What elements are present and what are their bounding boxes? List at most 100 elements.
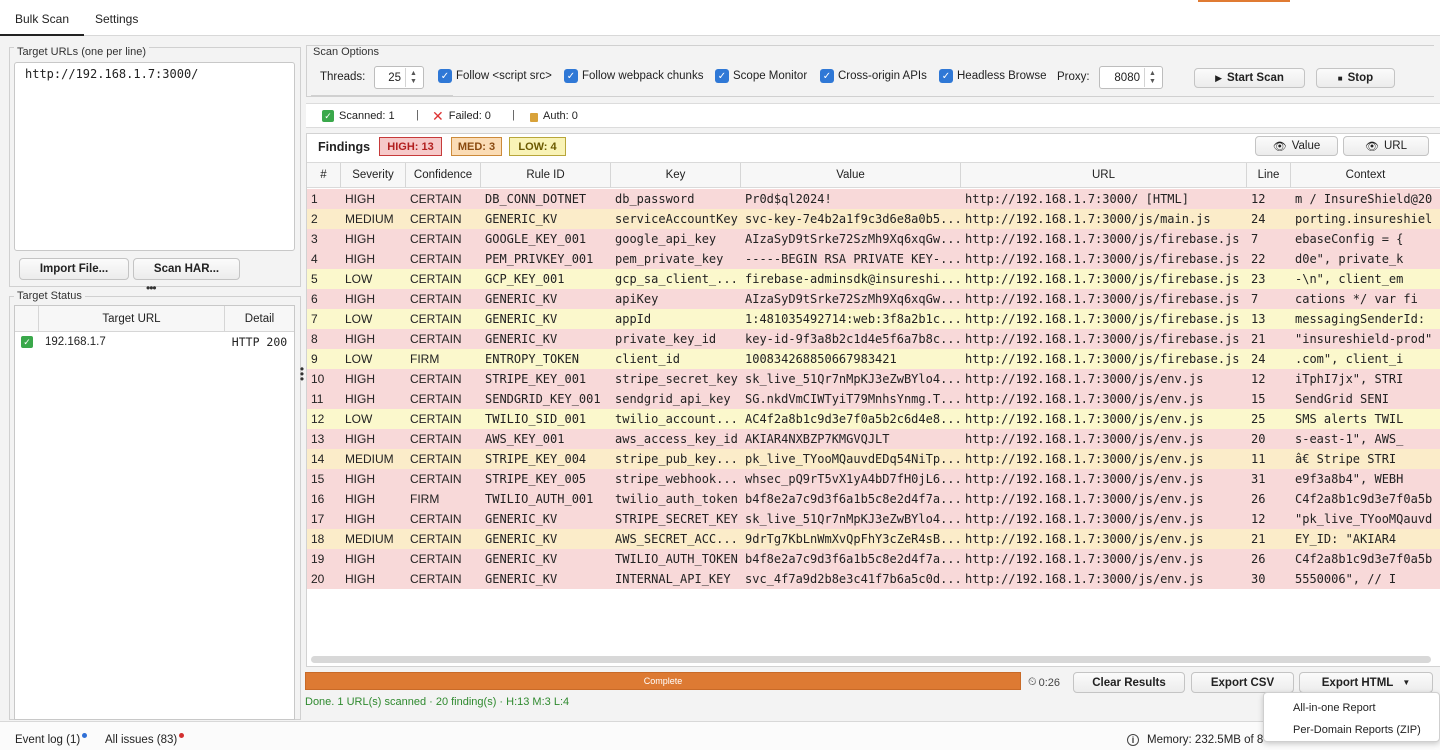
column-header[interactable]: Confidence bbox=[406, 163, 481, 187]
finding-cell-context: .com", client_i bbox=[1295, 352, 1404, 366]
tab-bulk-scan[interactable]: Bulk Scan bbox=[0, 12, 85, 36]
finding-cell-confidence: CERTAIN bbox=[410, 452, 462, 466]
target-status-header: Target URL Detail bbox=[15, 306, 294, 332]
menu-item-per-domain[interactable]: Per-Domain Reports (ZIP) bbox=[1293, 724, 1421, 736]
scan-har-button[interactable]: Scan HAR... bbox=[133, 258, 240, 280]
memory-indicator: i Memory: 232.5MB of 8 bbox=[1127, 734, 1263, 746]
finding-cell-rule-id: DB_CONN_DOTNET bbox=[485, 192, 587, 206]
finding-cell-num: 8 bbox=[311, 332, 318, 346]
finding-row[interactable]: 13 HIGH CERTAIN AWS_KEY_001 aws_access_key_i… bbox=[307, 429, 1440, 449]
finding-cell-key: sendgrid_api_key bbox=[615, 392, 731, 406]
threads-spinner[interactable]: 25 ▲ ▼ bbox=[374, 66, 424, 89]
finding-cell-confidence: CERTAIN bbox=[410, 272, 462, 286]
status-col-url[interactable]: Target URL bbox=[39, 306, 225, 331]
target-urls-textarea[interactable]: http://192.168.1.7:3000/ bbox=[14, 62, 295, 251]
status-row-url: 192.168.1.7 bbox=[45, 336, 106, 348]
column-header[interactable]: Rule ID bbox=[481, 163, 611, 187]
low-count-badge[interactable]: LOW: 4 bbox=[509, 137, 566, 156]
column-header[interactable]: Context bbox=[1291, 163, 1440, 187]
left-panel: Target URLs (one per line) http://192.16… bbox=[0, 37, 303, 720]
show-value-button[interactable]: 👁 Value bbox=[1255, 136, 1338, 156]
tab-settings[interactable]: Settings bbox=[95, 12, 138, 26]
finding-row[interactable]: 12 LOW CERTAIN TWILIO_SID_001 twilio_account… bbox=[307, 409, 1440, 429]
threads-stepper-icon[interactable]: ▲ ▼ bbox=[405, 68, 421, 87]
column-header[interactable]: Severity bbox=[341, 163, 406, 187]
horizontal-scrollbar[interactable] bbox=[311, 656, 1431, 663]
finding-cell-severity: HIGH bbox=[345, 432, 375, 446]
start-scan-button[interactable]: ▶ Start Scan bbox=[1194, 68, 1305, 88]
scope-monitor-checkbox[interactable]: ✓ Scope Monitor bbox=[715, 69, 807, 83]
finding-row[interactable]: 7 LOW CERTAIN GENERIC_KV appId 1:481035492714… bbox=[307, 309, 1440, 329]
column-header[interactable]: URL bbox=[961, 163, 1247, 187]
follow-script-checkbox[interactable]: ✓ Follow <script src> bbox=[438, 69, 552, 83]
finding-cell-key: apiKey bbox=[615, 292, 659, 306]
column-header[interactable]: Line bbox=[1247, 163, 1291, 187]
finding-row[interactable]: 1 HIGH CERTAIN DB_CONN_DOTNET db_password Pr0… bbox=[307, 189, 1440, 209]
counts-separator: | bbox=[512, 109, 515, 121]
finding-cell-url: http://192.168.1.7:3000/js/env.js bbox=[965, 492, 1204, 506]
finding-row[interactable]: 17 HIGH CERTAIN GENERIC_KV STRIPE_SECRET_KEY… bbox=[307, 509, 1440, 529]
finding-cell-rule-id: GOOGLE_KEY_001 bbox=[485, 232, 587, 246]
finding-cell-severity: HIGH bbox=[345, 472, 375, 486]
follow-webpack-checkbox[interactable]: ✓ Follow webpack chunks bbox=[564, 69, 703, 83]
finding-row[interactable]: 20 HIGH CERTAIN GENERIC_KV INTERNAL_API_KEY s… bbox=[307, 569, 1440, 589]
proxy-spinner[interactable]: 8080 ▲ ▼ bbox=[1099, 66, 1163, 89]
finding-cell-value: 9drTg7KbLnWmXvQpFhY3cZeR4sB... bbox=[745, 532, 961, 546]
finding-cell-context: iTphI7jx", STRI bbox=[1295, 372, 1404, 386]
horizontal-split-handle[interactable]: ••• bbox=[146, 281, 157, 295]
finding-row[interactable]: 6 HIGH CERTAIN GENERIC_KV apiKey AIzaSyD9tSrk… bbox=[307, 289, 1440, 309]
clear-results-button[interactable]: Clear Results bbox=[1073, 672, 1185, 693]
finding-cell-rule-id: GCP_KEY_001 bbox=[485, 272, 565, 286]
column-header[interactable]: Key bbox=[611, 163, 741, 187]
proxy-value: 8080 bbox=[1114, 71, 1140, 84]
finding-row[interactable]: 11 HIGH CERTAIN SENDGRID_KEY_001 sendgrid_ap… bbox=[307, 389, 1440, 409]
finding-row[interactable]: 18 MEDIUM CERTAIN GENERIC_KV AWS_SECRET_ACC.… bbox=[307, 529, 1440, 549]
finding-row[interactable]: 2 MEDIUM CERTAIN GENERIC_KV serviceAccountKe… bbox=[307, 209, 1440, 229]
finding-cell-confidence: CERTAIN bbox=[410, 212, 462, 226]
target-status-row[interactable]: ✓ 192.168.1.7 HTTP 200 bbox=[15, 332, 294, 352]
finding-cell-value: sk_live_51Qr7nMpKJ3eZwBYlo4... bbox=[745, 372, 961, 386]
headless-checkbox[interactable]: ✓ Headless Browse bbox=[939, 69, 1046, 83]
finding-row[interactable]: 3 HIGH CERTAIN GOOGLE_KEY_001 google_api_key… bbox=[307, 229, 1440, 249]
finding-row[interactable]: 8 HIGH CERTAIN GENERIC_KV private_key_id key-… bbox=[307, 329, 1440, 349]
finding-cell-url: http://192.168.1.7:3000/js/env.js bbox=[965, 552, 1204, 566]
vertical-split-handle[interactable]: • • • bbox=[299, 363, 305, 385]
x-icon: ✕ bbox=[432, 108, 444, 124]
finding-cell-line: 22 bbox=[1251, 252, 1266, 266]
event-log-link[interactable]: Event log (1) bbox=[15, 732, 88, 746]
cross-origin-checkbox[interactable]: ✓ Cross-origin APIs bbox=[820, 69, 927, 83]
proxy-stepper-icon[interactable]: ▲ ▼ bbox=[1144, 68, 1160, 87]
findings-title: Findings bbox=[318, 140, 371, 154]
finding-cell-confidence: FIRM bbox=[410, 352, 440, 366]
finding-row[interactable]: 10 HIGH CERTAIN STRIPE_KEY_001 stripe_secret… bbox=[307, 369, 1440, 389]
finding-cell-num: 15 bbox=[311, 472, 325, 486]
import-file-button[interactable]: Import File... bbox=[19, 258, 129, 280]
finding-cell-confidence: CERTAIN bbox=[410, 572, 462, 586]
column-header[interactable]: Value bbox=[741, 163, 961, 187]
finding-cell-num: 3 bbox=[311, 232, 318, 246]
high-count-badge[interactable]: HIGH: 13 bbox=[379, 137, 442, 156]
finding-cell-context: m / InsureShield@20 bbox=[1295, 192, 1433, 206]
status-col-detail[interactable]: Detail bbox=[225, 306, 294, 331]
finding-row[interactable]: 15 HIGH CERTAIN STRIPE_KEY_005 stripe_webhoo… bbox=[307, 469, 1440, 489]
stop-button[interactable]: ■ Stop bbox=[1316, 68, 1395, 88]
finding-row[interactable]: 5 LOW CERTAIN GCP_KEY_001 gcp_sa_client_... f… bbox=[307, 269, 1440, 289]
finding-cell-rule-id: GENERIC_KV bbox=[485, 312, 558, 326]
menu-item-all-in-one[interactable]: All-in-one Report bbox=[1293, 702, 1376, 714]
finding-cell-num: 6 bbox=[311, 292, 318, 306]
finding-row[interactable]: 14 MEDIUM CERTAIN STRIPE_KEY_004 stripe_pub_… bbox=[307, 449, 1440, 469]
finding-row[interactable]: 16 HIGH FIRM TWILIO_AUTH_001 twilio_auth_tok… bbox=[307, 489, 1440, 509]
all-issues-link[interactable]: All issues (83) bbox=[105, 732, 185, 746]
finding-cell-confidence: CERTAIN bbox=[410, 252, 462, 266]
finding-row[interactable]: 9 LOW FIRM ENTROPY_TOKEN client_id 1008342688… bbox=[307, 349, 1440, 369]
finding-cell-rule-id: ENTROPY_TOKEN bbox=[485, 352, 579, 366]
finding-row[interactable]: 19 HIGH CERTAIN GENERIC_KV TWILIO_AUTH_TOKEN… bbox=[307, 549, 1440, 569]
export-html-button[interactable]: Export HTML ▼ bbox=[1299, 672, 1433, 693]
finding-cell-num: 18 bbox=[311, 532, 325, 546]
column-header[interactable]: # bbox=[307, 163, 341, 187]
show-url-button[interactable]: 👁 URL bbox=[1343, 136, 1429, 156]
finding-row[interactable]: 4 HIGH CERTAIN PEM_PRIVKEY_001 pem_private_k… bbox=[307, 249, 1440, 269]
export-csv-button[interactable]: Export CSV bbox=[1191, 672, 1294, 693]
medium-count-badge[interactable]: MED: 3 bbox=[451, 137, 502, 156]
finding-cell-url: http://192.168.1.7:3000/js/env.js bbox=[965, 512, 1204, 526]
